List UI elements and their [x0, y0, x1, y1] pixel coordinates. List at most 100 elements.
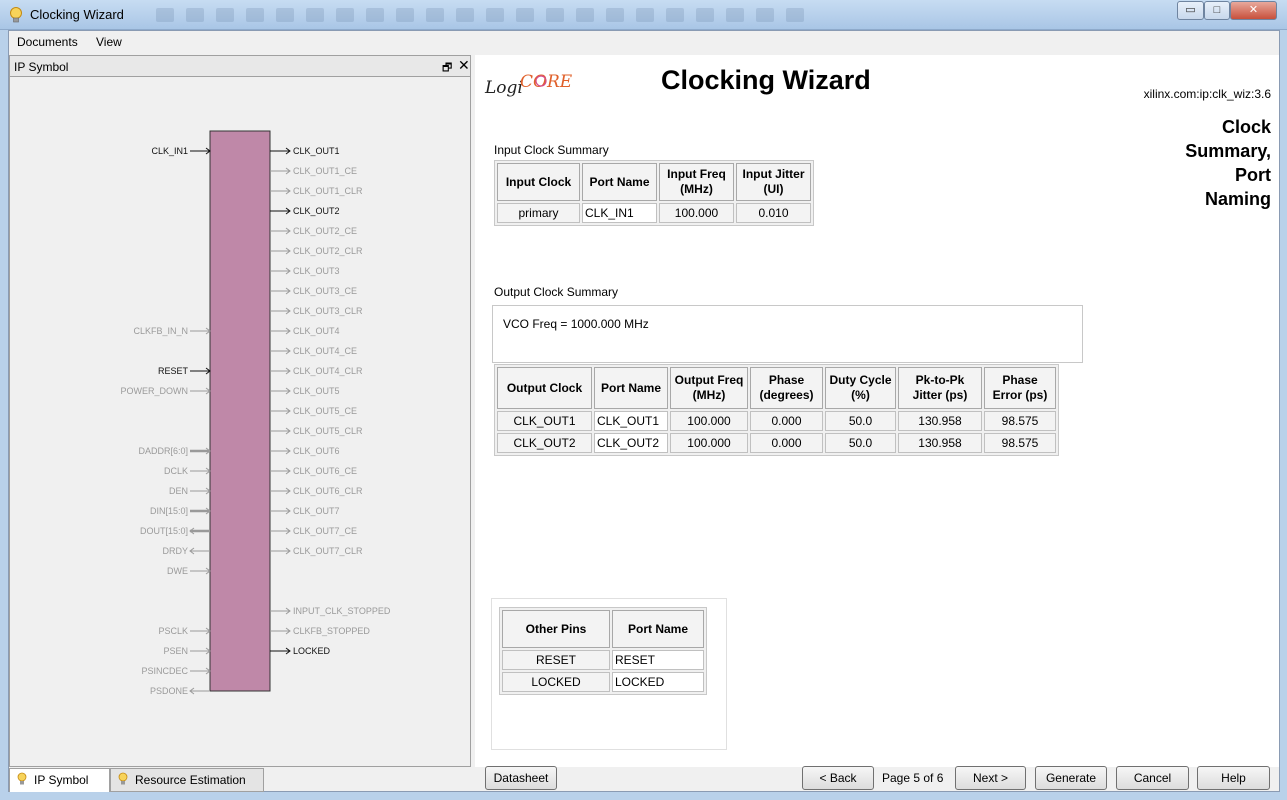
- pin-label: CLK_OUT6_CE: [293, 466, 357, 476]
- wizard-title: Clocking Wizard: [661, 65, 871, 95]
- pin-label: PSINCDEC: [141, 666, 188, 676]
- pin-label: CLK_OUT1_CLR: [293, 186, 363, 196]
- menu-view[interactable]: View: [96, 35, 122, 49]
- port-name-field[interactable]: RESET: [612, 650, 704, 670]
- pin-label: CLKFB_IN_N: [133, 326, 188, 336]
- port-name-field[interactable]: LOCKED: [612, 672, 704, 692]
- logicore-logo: Logi CORE: [484, 72, 573, 98]
- input-clock-table: Input Clock Port Name Input Freq (MHz) I…: [494, 160, 814, 226]
- pin-label: POWER_DOWN: [121, 386, 189, 396]
- ip-symbol-pane: IP Symbol 🗗 ✕ CLK_OUT1 CLK_OUT1_CE CLK_OUT…: [9, 55, 471, 767]
- menu-bar: Documents View: [9, 31, 1279, 53]
- pin-label: CLK_OUT7: [293, 506, 340, 516]
- tab-resource-estimation-label: Resource Estimation: [135, 773, 246, 787]
- column-header: Output Clock: [497, 367, 592, 409]
- port-name-field[interactable]: CLK_IN1: [582, 203, 657, 223]
- output-pin: CLK_OUT4: [270, 326, 340, 336]
- maximize-button[interactable]: □: [1204, 1, 1230, 20]
- help-button[interactable]: Help: [1197, 766, 1270, 790]
- pin-label: CLK_OUT5: [293, 386, 340, 396]
- close-pane-icon[interactable]: ✕: [458, 57, 470, 74]
- output-pin: CLK_OUT4_CE: [270, 346, 357, 356]
- port-name-field[interactable]: CLK_OUT2: [594, 433, 668, 453]
- page-heading-line: Port: [1235, 165, 1271, 185]
- output-pin: CLK_OUT5_CE: [270, 406, 357, 416]
- table-row: CLK_OUT2 CLK_OUT2 100.000 0.000 50.0 130…: [497, 433, 1056, 453]
- input-pin: DCLK: [164, 466, 211, 476]
- input-jitter-cell: 0.010: [736, 203, 811, 223]
- window-client: Documents View IP Symbol 🗗 ✕ CLK_OUT1 CLK…: [8, 30, 1280, 792]
- pin-label: CLK_OUT1: [293, 146, 340, 156]
- output-pin: CLK_OUT5: [270, 386, 340, 396]
- phase-cell: 0.000: [750, 433, 823, 453]
- pin-label: CLK_OUT6: [293, 446, 340, 456]
- output-pin: CLK_OUT1_CLR: [270, 186, 363, 196]
- output-pin: CLK_OUT7_CE: [270, 526, 357, 536]
- output-pin: CLK_OUT2_CE: [270, 226, 357, 236]
- duty-cycle-cell: 50.0: [825, 433, 896, 453]
- pin-label: CLK_OUT2_CE: [293, 226, 357, 236]
- ip-symbol-diagram: CLK_OUT1 CLK_OUT1_CE CLK_OUT1_CLR CLK_OUT2 C…: [121, 130, 391, 696]
- input-pin: PSDONE: [150, 686, 210, 696]
- input-pin: POWER_DOWN: [121, 386, 211, 396]
- vco-frequency: VCO Freq = 1000.000 MHz: [503, 317, 649, 331]
- pin-label: CLK_OUT3: [293, 266, 340, 276]
- other-pins-table: Other Pins Port Name RESET RESET LOCKED …: [499, 607, 707, 695]
- output-pin: CLK_OUT3: [270, 266, 340, 276]
- close-window-button[interactable]: ✕: [1230, 1, 1277, 20]
- pin-label: PSDONE: [150, 686, 188, 696]
- column-header: Port Name: [582, 163, 657, 201]
- back-button[interactable]: < Back: [802, 766, 874, 790]
- generate-button[interactable]: Generate: [1035, 766, 1107, 790]
- page-heading-line: Summary,: [1185, 141, 1271, 161]
- table-row: RESET RESET: [502, 650, 704, 670]
- input-freq-cell: 100.000: [659, 203, 734, 223]
- close-icon: ✕: [1248, 4, 1259, 16]
- pin-label: DCLK: [164, 466, 188, 476]
- column-header: Port Name: [594, 367, 668, 409]
- window-title: Clocking Wizard: [30, 7, 124, 22]
- input-pin: DIN[15:0]: [150, 506, 211, 516]
- pin-label: CLK_OUT4_CLR: [293, 366, 363, 376]
- column-header: Phase (degrees): [750, 367, 823, 409]
- column-header: Port Name: [612, 610, 704, 648]
- tab-resource-estimation[interactable]: Resource Estimation: [110, 768, 264, 792]
- pin-label: CLK_OUT4_CE: [293, 346, 357, 356]
- input-clock-cell: primary: [497, 203, 580, 223]
- output-clock-cell: CLK_OUT1: [497, 411, 592, 431]
- output-freq-cell: 100.000: [670, 433, 748, 453]
- input-pin: DOUT[15:0]: [140, 526, 210, 536]
- port-name-field[interactable]: CLK_OUT1: [594, 411, 668, 431]
- input-pin: PSEN: [163, 646, 211, 656]
- ip-symbol-header: IP Symbol 🗗 ✕: [9, 55, 471, 77]
- pin-label: CLK_OUT5_CLR: [293, 426, 363, 436]
- table-row: primary CLK_IN1 100.000 0.010: [497, 203, 811, 223]
- pin-label: CLK_IN1: [151, 146, 188, 156]
- tab-ip-symbol-label: IP Symbol: [34, 773, 89, 787]
- cancel-button[interactable]: Cancel: [1116, 766, 1189, 790]
- svg-text:Logi: Logi: [484, 78, 523, 98]
- tab-ip-symbol[interactable]: IP Symbol: [9, 768, 110, 792]
- input-pin: CLK_IN1: [151, 146, 211, 156]
- menu-documents[interactable]: Documents: [17, 35, 78, 49]
- input-pin: PSCLK: [158, 626, 211, 636]
- page-heading: Clock Summary, Port Naming: [1151, 115, 1271, 211]
- pin-label: CLK_OUT5_CE: [293, 406, 357, 416]
- pin-label: CLK_OUT3_CE: [293, 286, 357, 296]
- pin-label: DWE: [167, 566, 188, 576]
- output-clock-summary-label: Output Clock Summary: [494, 285, 619, 299]
- pin-label: DOUT[15:0]: [140, 526, 188, 536]
- restore-pane-icon[interactable]: 🗗: [442, 59, 452, 78]
- pin-label: DRDY: [162, 546, 188, 556]
- pin-label: DEN: [169, 486, 188, 496]
- vco-frequency-box: VCO Freq = 1000.000 MHz: [492, 305, 1083, 363]
- ip-symbol-canvas: CLK_OUT1 CLK_OUT1_CE CLK_OUT1_CLR CLK_OUT2 C…: [9, 77, 471, 767]
- phase-cell: 0.000: [750, 411, 823, 431]
- input-clock-summary-label: Input Clock Summary: [494, 143, 609, 157]
- pin-label: CLK_OUT2_CLR: [293, 246, 363, 256]
- datasheet-button[interactable]: Datasheet: [485, 766, 557, 790]
- minimize-button[interactable]: ▭: [1177, 1, 1204, 20]
- jitter-cell: 130.958: [898, 433, 982, 453]
- next-button[interactable]: Next >: [955, 766, 1026, 790]
- output-pin: CLK_OUT7_CLR: [270, 546, 363, 556]
